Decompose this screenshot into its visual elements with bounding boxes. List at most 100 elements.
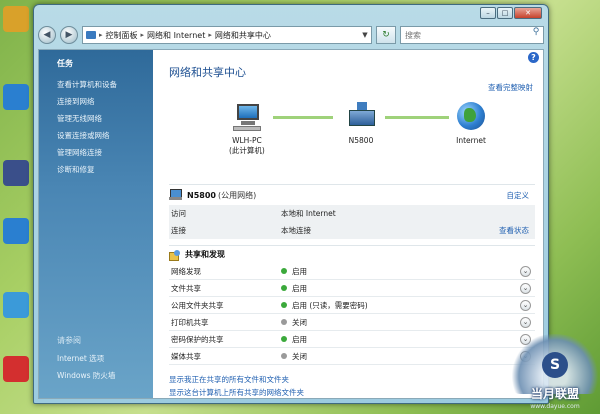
map-node-internet[interactable]: Internet bbox=[455, 102, 487, 146]
close-button[interactable]: ✕ bbox=[514, 7, 542, 19]
map-link-line bbox=[385, 116, 449, 119]
see-also-windows-firewall[interactable]: Windows 防火墙 bbox=[57, 367, 115, 384]
network-map: WLH-PC (此计算机) N5800 Internet bbox=[169, 102, 535, 184]
show-shared-folders-link[interactable]: 显示这台计算机上所有共享的网络文件夹 bbox=[169, 386, 535, 398]
sharing-row-label: 媒体共享 bbox=[171, 351, 201, 361]
map-node-computer-sub: (此计算机) bbox=[229, 146, 265, 155]
desktop-app-icon[interactable] bbox=[0, 292, 32, 318]
status-dot-icon bbox=[281, 302, 287, 308]
desktop-ie-icon-2[interactable] bbox=[0, 218, 32, 244]
see-also-section: 请参阅 Internet 选项 Windows 防火墙 bbox=[57, 335, 115, 384]
forward-button[interactable]: ▶ bbox=[60, 26, 78, 44]
network-icon bbox=[169, 189, 183, 201]
expand-chevron-icon[interactable]: ⌄ bbox=[520, 316, 531, 328]
see-also-heading: 请参阅 bbox=[57, 336, 81, 345]
control-panel-icon bbox=[86, 31, 96, 39]
sharing-row-label: 密码保护的共享 bbox=[171, 334, 224, 344]
sharing-row: 密码保护的共享 启用 ⌄ bbox=[169, 331, 535, 348]
sharing-row-label: 打印机共享 bbox=[171, 317, 209, 327]
ie-icon bbox=[3, 84, 29, 110]
network-sharing-center-window: – □ ✕ ◀ ▶ ▸ 控制面板 ▸ 网络和 Internet ▸ 网络和共享中… bbox=[33, 4, 549, 404]
main-panel: ? 网络和共享中心 查看完整映射 WLH-PC (此计算机) N5800 Int… bbox=[153, 50, 543, 398]
network-row-value: 本地和 Internet bbox=[281, 209, 336, 218]
sharing-row-status: 关闭 bbox=[292, 351, 307, 361]
back-button[interactable]: ◀ bbox=[38, 26, 56, 44]
map-link-line bbox=[273, 116, 333, 119]
breadcrumb-network-sharing-center[interactable]: 网络和共享中心 bbox=[215, 30, 271, 41]
watermark-letter: S bbox=[542, 352, 568, 378]
sharing-discovery-title: 共享和发现 bbox=[185, 250, 225, 259]
m-icon bbox=[3, 356, 29, 382]
sidebar-link-manage-connections[interactable]: 管理网络连接 bbox=[57, 144, 153, 161]
expand-chevron-icon[interactable]: ⌄ bbox=[520, 265, 531, 277]
sharing-row-label: 公用文件夹共享 bbox=[171, 300, 224, 310]
network-row-connection: 连接 本地连接 查看状态 bbox=[169, 222, 535, 239]
search-box: ⚲ bbox=[400, 26, 544, 44]
computer-icon bbox=[231, 102, 263, 132]
network-switch-icon bbox=[345, 102, 377, 132]
network-row-key: 连接 bbox=[171, 226, 186, 235]
network-section: N5800 (公用网络) 自定义 访问 本地和 Internet 连接 本地连接… bbox=[169, 184, 535, 239]
sidebar-link-setup-connection[interactable]: 设置连接或网络 bbox=[57, 127, 153, 144]
sidebar-link-connect-network[interactable]: 连接到网络 bbox=[57, 93, 153, 110]
status-dot-icon bbox=[281, 268, 287, 274]
network-type: (公用网络) bbox=[217, 190, 257, 200]
status-dot-icon bbox=[281, 285, 287, 291]
desktop-m-icon[interactable] bbox=[0, 356, 32, 382]
status-dot-icon bbox=[281, 353, 287, 359]
sharing-row-status: 启用 bbox=[292, 266, 307, 276]
breadcrumb-separator-icon: ▸ bbox=[140, 31, 145, 39]
search-input[interactable] bbox=[405, 30, 515, 40]
sharing-row: 公用文件夹共享 启用 (只读，需要密码) ⌄ bbox=[169, 297, 535, 314]
view-status-link[interactable]: 查看状态 bbox=[499, 225, 529, 236]
caption-buttons: – □ ✕ bbox=[480, 7, 542, 19]
window-content: 任务 查看计算机和设备 连接到网络 管理无线网络 设置连接或网络 管理网络连接 … bbox=[38, 49, 544, 399]
sidebar-link-manage-wireless[interactable]: 管理无线网络 bbox=[57, 110, 153, 127]
search-icon[interactable]: ⚲ bbox=[529, 27, 543, 43]
customize-link[interactable]: 自定义 bbox=[507, 190, 530, 201]
sharing-row: 文件共享 启用 ⌄ bbox=[169, 280, 535, 297]
globe-icon bbox=[455, 102, 487, 132]
watermark-logo: S 当月联盟 www.dayue.com bbox=[512, 334, 598, 412]
breadcrumb-separator-icon: ▸ bbox=[208, 31, 212, 39]
see-also-internet-options[interactable]: Internet 选项 bbox=[57, 350, 115, 367]
page-title: 网络和共享中心 bbox=[169, 66, 246, 79]
sharing-list: 网络发现 启用 ⌄ 文件共享 启用 ⌄ 公用文件夹共享 启用 (只读，需要密码) ⌄ 打印机共享关… bbox=[169, 263, 535, 365]
minimize-button[interactable]: – bbox=[480, 7, 496, 19]
view-full-map-link[interactable]: 查看完整映射 bbox=[488, 82, 533, 93]
map-node-network-name: N5800 bbox=[348, 136, 374, 145]
map-node-network[interactable]: N5800 bbox=[345, 102, 377, 146]
chevron-down-icon[interactable]: ▼ bbox=[359, 31, 371, 39]
sidebar-heading: 任务 bbox=[57, 59, 73, 68]
help-icon[interactable]: ? bbox=[528, 52, 539, 63]
bird-icon bbox=[3, 160, 29, 186]
task-sidebar: 任务 查看计算机和设备 连接到网络 管理无线网络 设置连接或网络 管理网络连接 … bbox=[39, 50, 153, 398]
network-row-access: 访问 本地和 Internet bbox=[169, 205, 535, 222]
breadcrumb-network-internet[interactable]: 网络和 Internet bbox=[147, 30, 205, 41]
sharing-row-label: 网络发现 bbox=[171, 266, 201, 276]
expand-chevron-icon[interactable]: ⌄ bbox=[520, 282, 531, 294]
map-node-internet-name: Internet bbox=[456, 136, 486, 145]
sharing-row-label: 文件共享 bbox=[171, 283, 201, 293]
sidebar-link-diagnose-repair[interactable]: 诊断和修复 bbox=[57, 161, 153, 178]
show-shared-files-link[interactable]: 显示我正在共享的所有文件和文件夹 bbox=[169, 373, 535, 386]
map-node-computer-name: WLH-PC bbox=[232, 136, 262, 145]
address-bar[interactable]: ▸ 控制面板 ▸ 网络和 Internet ▸ 网络和共享中心 ▼ bbox=[82, 26, 372, 44]
leopard-icon bbox=[3, 6, 29, 32]
sharing-row: 网络发现 启用 ⌄ bbox=[169, 263, 535, 280]
expand-chevron-icon[interactable]: ⌄ bbox=[520, 299, 531, 311]
network-header: N5800 (公用网络) 自定义 bbox=[169, 185, 535, 205]
map-node-computer[interactable]: WLH-PC (此计算机) bbox=[229, 102, 265, 156]
sharing-icon bbox=[169, 249, 181, 261]
bottom-links: 显示我正在共享的所有文件和文件夹 显示这台计算机上所有共享的网络文件夹 bbox=[169, 373, 535, 398]
network-name: N5800 bbox=[187, 190, 216, 200]
desktop-leopard-icon[interactable] bbox=[0, 6, 32, 32]
desktop-bird-icon[interactable] bbox=[0, 160, 32, 186]
maximize-button[interactable]: □ bbox=[497, 7, 513, 19]
desktop-ie-icon[interactable] bbox=[0, 84, 32, 110]
sidebar-link-view-computers[interactable]: 查看计算机和设备 bbox=[57, 76, 153, 93]
sharing-row-status: 启用 bbox=[292, 283, 307, 293]
breadcrumb-control-panel[interactable]: 控制面板 bbox=[106, 30, 138, 41]
watermark-url: www.dayue.com bbox=[530, 403, 580, 410]
refresh-button[interactable]: ↻ bbox=[376, 26, 396, 44]
